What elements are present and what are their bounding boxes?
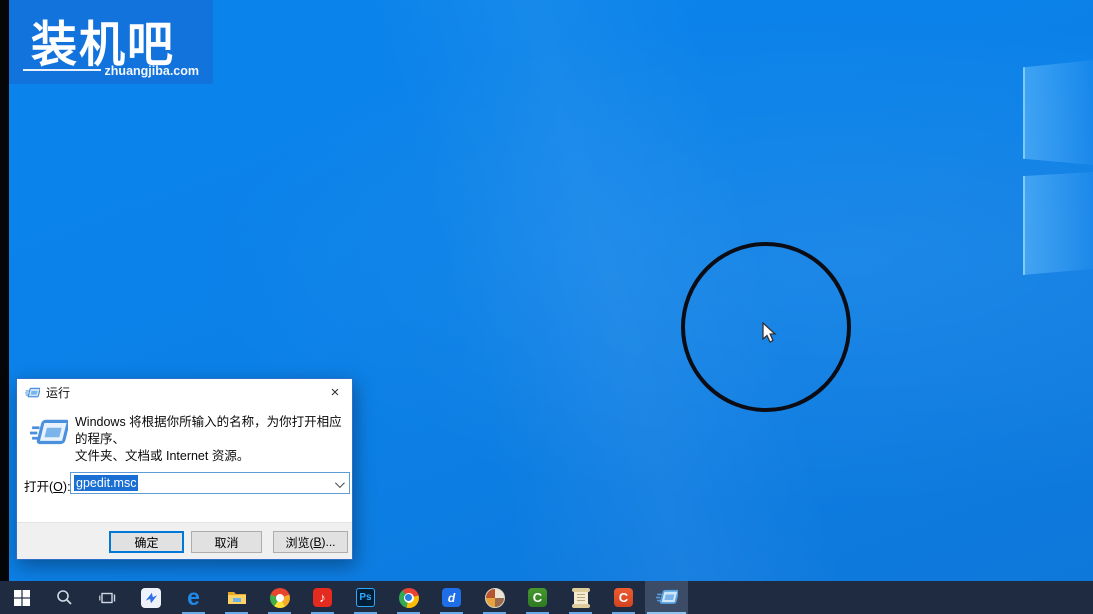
cancel-button[interactable]: 取消 [191, 531, 262, 553]
photoshop-icon: Ps [356, 588, 375, 607]
logo-subtitle: zhuangjiba.com [105, 64, 199, 78]
orange-c-app-icon: C [614, 588, 633, 607]
taskbar-app-blue-d[interactable]: d [430, 581, 473, 614]
open-label: 打开(O): [24, 476, 71, 495]
run-command-combobox[interactable]: gpedit.msc [70, 472, 350, 494]
left-letterbox-bar [0, 0, 9, 581]
run-dialog-button-row: 确定 取消 浏览(B)... [17, 522, 352, 559]
zhuangjiba-logo: 装机吧 zhuangjiba.com [9, 0, 213, 84]
taskbar-app-edge[interactable]: e [172, 581, 215, 614]
run-dialog: 运行 × Windows 将根据你所输入的名称，为你打开相应的程序、 文件夹、文… [16, 378, 353, 560]
netease-music-icon: ♪ [313, 588, 332, 607]
run-window-icon [656, 589, 678, 606]
close-icon[interactable]: × [318, 379, 352, 406]
taskbar-app-green-c[interactable]: C [516, 581, 559, 614]
ok-button[interactable]: 确定 [109, 531, 184, 553]
taskbar-app-orange-c[interactable]: C [602, 581, 645, 614]
run-program-icon [30, 418, 68, 448]
chrome-browser-icon [399, 588, 419, 608]
photo-collage-app-icon [485, 588, 505, 608]
wallpaper-windows-logo-pane-bottom [1023, 172, 1093, 275]
run-dialog-description: Windows 将根据你所输入的名称，为你打开相应的程序、 文件夹、文档或 In… [75, 414, 344, 465]
green-c-app-icon: C [528, 588, 547, 607]
wallpaper-windows-logo-pane-top [1023, 60, 1093, 165]
run-dialog-body: Windows 将根据你所输入的名称，为你打开相应的程序、 文件夹、文档或 In… [17, 406, 352, 463]
edge-browser-icon: e [187, 586, 200, 609]
description-line-1: Windows 将根据你所输入的名称，为你打开相应的程序、 [75, 414, 344, 448]
taskbar-app-color-wheel[interactable] [258, 581, 301, 614]
run-dialog-titlebar[interactable]: 运行 × [17, 379, 352, 406]
task-view-button[interactable] [86, 581, 129, 614]
run-command-input-value[interactable]: gpedit.msc [74, 475, 138, 491]
browse-label-suffix: )... [322, 535, 336, 549]
chevron-down-icon[interactable] [335, 478, 345, 488]
taskbar-app-netease-music[interactable]: ♪ [301, 581, 344, 614]
taskbar-app-photo-collage[interactable] [473, 581, 516, 614]
taskbar-app-blue-bird[interactable] [129, 581, 172, 614]
task-view-icon [99, 590, 117, 606]
file-explorer-icon [227, 589, 247, 606]
taskbar-app-run-window[interactable] [645, 581, 688, 614]
mouse-cursor-icon [762, 322, 778, 349]
open-label-accesskey: O [53, 480, 63, 494]
scroll-app-icon [574, 589, 588, 607]
screen: 装机吧 zhuangjiba.com 运行 × [0, 0, 1093, 614]
blue-d-app-icon: d [442, 588, 461, 607]
taskbar-app-file-explorer[interactable] [215, 581, 258, 614]
taskbar-app-chrome[interactable] [387, 581, 430, 614]
scroll-app-icon-lines [577, 594, 585, 602]
run-dialog-title: 运行 [46, 384, 70, 401]
run-dialog-icon [25, 387, 40, 399]
taskbar-app-scroll[interactable] [559, 581, 602, 614]
run-dialog-input-row: 打开(O): gpedit.msc [17, 463, 352, 524]
taskbar: e ♪ Ps d [0, 581, 1093, 614]
start-button[interactable] [0, 581, 43, 614]
search-icon [56, 589, 73, 606]
browse-label-accesskey: B [313, 535, 321, 549]
open-label-prefix: 打开( [24, 480, 53, 494]
logo-divider [23, 69, 101, 71]
windows-logo-icon [14, 590, 30, 606]
taskbar-app-photoshop[interactable]: Ps [344, 581, 387, 614]
color-wheel-app-icon [270, 588, 290, 608]
browse-button[interactable]: 浏览(B)... [273, 531, 348, 553]
search-button[interactable] [43, 581, 86, 614]
browse-label-prefix: 浏览( [285, 534, 313, 551]
blue-bird-app-icon [141, 588, 161, 608]
